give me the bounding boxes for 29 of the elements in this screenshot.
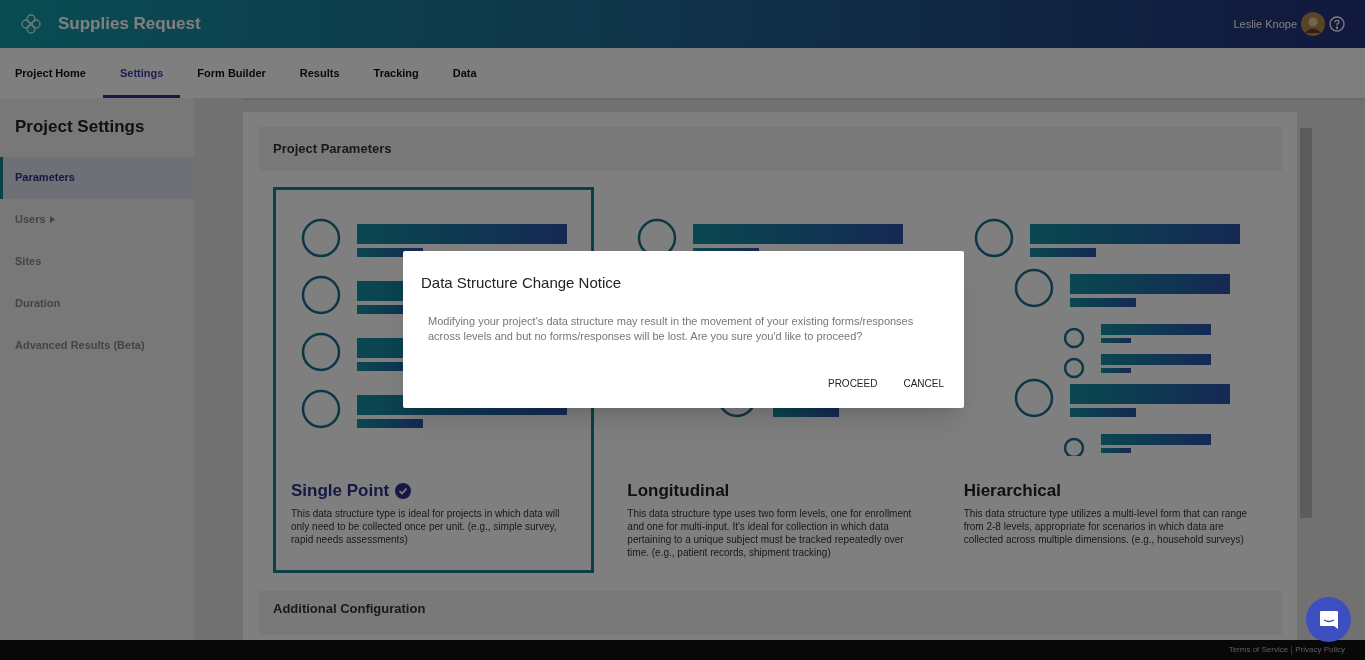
logo-icon: [20, 13, 42, 35]
option-title[interactable]: Hierarchical: [963, 478, 1061, 504]
dialog-title: Data Structure Change Notice: [420, 273, 623, 293]
help-icon[interactable]: [1329, 16, 1345, 32]
footer-link[interactable]: Privacy Policy: [1295, 644, 1345, 656]
option-title[interactable]: Longitudinal: [627, 478, 730, 504]
section-title: Project Parameters: [273, 140, 392, 159]
option-description: This data structure type utilizes a multi-level form that can range from 2-8 levels, appropriate for scenarios in which data are collected across multiple dimensions. (e.g., household surveys): [963, 506, 1249, 546]
option-description: This data structure type is ideal for projects in which data will only need to be collected once per unit. (e.g., simple survey, rapid needs assessments): [291, 506, 561, 546]
nav-tab[interactable]: Data: [435, 48, 494, 98]
user-name[interactable]: Leslie Knope: [1233, 15, 1297, 33]
option-description: This data structure type uses two form levels, one for enrollment and one for multi-input. It's ideal for collection in which data pertaining to a unique subject must be tracked repeatedly over time. (e.g., patient records, shipment tracking): [627, 506, 913, 559]
sidebar-item[interactable]: Parameters: [0, 156, 194, 199]
chat-icon: [1317, 608, 1340, 631]
nav-tab[interactable]: Results: [282, 48, 357, 98]
footer-link[interactable]: Terms of Service: [1228, 644, 1289, 656]
option-title[interactable]: Single Point: [291, 478, 390, 504]
chat-button[interactable]: [1306, 597, 1351, 642]
sidebar-title: Project Settings: [14, 116, 146, 138]
app-title: Supplies Request: [58, 13, 201, 36]
nav-tab[interactable]: Form Builder: [180, 48, 283, 98]
avatar[interactable]: [1301, 12, 1325, 36]
nav-tab[interactable]: Project Home: [15, 48, 103, 98]
check-icon: [395, 482, 412, 499]
dialog-message: Modifying your project’s data structure may result in the movement of your existing forms/responses across levels and but no forms/responses will be lost. Are you sure you'd like to proceed?: [427, 313, 915, 344]
nav-tab[interactable]: Tracking: [356, 48, 436, 98]
section-title: Additional Configuration: [273, 600, 426, 618]
dialog-button[interactable]: CANCEL: [893, 369, 954, 398]
dialog-button[interactable]: PROCEED: [817, 369, 888, 398]
